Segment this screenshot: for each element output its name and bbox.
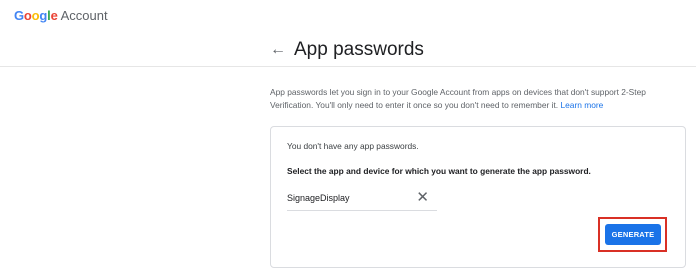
arrow-back-icon[interactable]: ←	[270, 41, 286, 59]
close-icon[interactable]: ✕	[416, 189, 429, 207]
instruction-text: Select the app and device for which you …	[287, 166, 591, 176]
app-name-field[interactable]: SignageDisplay ✕	[287, 188, 437, 211]
product-name: Account	[60, 8, 108, 23]
app-name-value: SignageDisplay	[287, 193, 350, 203]
google-logo: Google	[14, 8, 58, 23]
page-title: App passwords	[294, 39, 424, 60]
logo-letter-g2: g	[39, 8, 48, 23]
logo-letter-e: e	[50, 8, 58, 23]
learn-more-link[interactable]: Learn more	[560, 100, 603, 110]
empty-message: You don't have any app passwords.	[287, 141, 419, 151]
google-account-logo[interactable]: Google Account	[14, 7, 108, 25]
generate-button[interactable]: GENERATE	[605, 224, 661, 245]
logo-letter-o1: o	[23, 8, 32, 23]
page-description: App passwords let you sign in to your Go…	[270, 86, 690, 112]
header-divider	[0, 66, 696, 67]
logo-letter-g: G	[14, 8, 24, 23]
